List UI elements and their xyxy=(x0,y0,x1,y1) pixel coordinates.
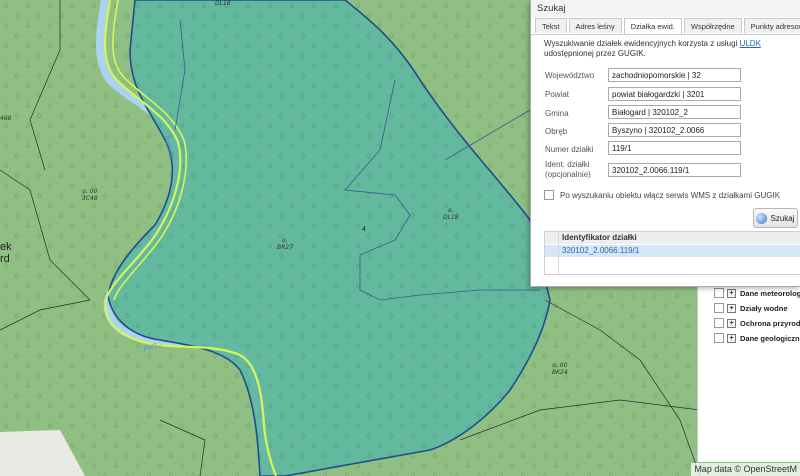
layers-panel: + Dane meteorologiczne + Działy wodne + … xyxy=(697,286,800,462)
wojewodztwo-select[interactable]: zachodniopomorskie | 32 xyxy=(608,68,741,82)
tab-tekst[interactable]: Tekst xyxy=(535,18,567,33)
search-dialog: Szukaj Tekst Adres leśny Działka ewid. W… xyxy=(530,0,800,287)
layer-label: Dane geologiczne xyxy=(740,333,800,343)
layer-item[interactable]: + Dane geologiczne xyxy=(714,331,800,345)
parcel-label-bk24: o. 00 BK24 xyxy=(552,362,568,376)
results-header: Identyfikator działki xyxy=(545,232,800,244)
parcel-label-line: BK24 xyxy=(552,369,568,376)
numer-label: Numer działki xyxy=(545,145,594,154)
layer-label: Ochrona przyrody xyxy=(740,318,800,328)
expand-icon[interactable]: + xyxy=(727,318,736,328)
parcel-label-line: o. 00 xyxy=(552,362,568,369)
expand-icon[interactable]: + xyxy=(727,288,736,298)
dialog-tabs: Tekst Adres leśny Działka ewid. Współrzę… xyxy=(535,18,800,34)
uldk-link[interactable]: ULDK xyxy=(740,39,761,48)
ident-label-line: Ident. działki xyxy=(545,160,590,169)
ident-input[interactable]: 320102_2.0066.119/1 xyxy=(608,163,741,177)
parcel-number: 4 xyxy=(362,226,366,233)
parcel-label-top: DL18 xyxy=(215,0,231,7)
ident-label: Ident. działki (opcjonalnie) xyxy=(545,160,591,180)
results-gutter xyxy=(545,232,559,274)
results-table: Identyfikator działki 320102_2.0066.119/… xyxy=(544,231,800,275)
results-header-label: Identyfikator działki xyxy=(562,233,637,242)
parcel-label-line: o. xyxy=(282,237,288,244)
parcel-label-line: o. 00 xyxy=(82,188,98,195)
wms-option-label: Po wyszukaniu obiektu włącz serwis WMS z… xyxy=(560,190,781,200)
intro-before: Wyszukiwanie działek ewidencyjnych korzy… xyxy=(544,39,740,48)
table-row[interactable]: 320102_2.0066.119/1 xyxy=(545,245,800,257)
parcel-label-line: o. xyxy=(448,207,454,214)
intro-after: udostępnionej przez GUGIK. xyxy=(544,49,646,58)
layer-checkbox[interactable] xyxy=(714,333,724,343)
map-text-left-2: rd xyxy=(0,253,10,265)
expand-icon[interactable]: + xyxy=(727,333,736,343)
map-attribution[interactable]: Map data © OpenStreetM xyxy=(691,463,800,476)
tab-dzialka-ewid[interactable]: Działka ewid. xyxy=(623,18,682,34)
powiat-label: Powiat xyxy=(545,90,570,99)
layer-checkbox[interactable] xyxy=(714,288,724,298)
ident-label-line: (opcjonalnie) xyxy=(545,170,591,179)
search-button[interactable]: Szukaj xyxy=(753,208,798,228)
layer-item[interactable]: + Dane meteorologiczne xyxy=(714,286,800,300)
parcel-label-br27: o. BR27 xyxy=(277,237,293,251)
tab-punkty-adresowe[interactable]: Punkty adresowe xyxy=(743,18,800,33)
parcel-label-dl18: o. DL18 xyxy=(443,207,459,221)
obreb-label: Obręb xyxy=(545,127,568,136)
obreb-select[interactable]: Byszyno | 320102_2.0066 xyxy=(608,123,741,137)
intro-text: Wyszukiwanie działek ewidencyjnych korzy… xyxy=(544,39,800,59)
parcel-label-3c48: o. 00 3C48 xyxy=(82,188,98,202)
layer-item[interactable]: + Ochrona przyrody xyxy=(714,316,800,330)
layer-item[interactable]: + Działy wodne xyxy=(714,301,788,315)
gmina-select[interactable]: Białogard | 320102_2 xyxy=(608,105,741,119)
gmina-label: Gmina xyxy=(545,109,569,118)
parcel-label-line: 3C48 xyxy=(82,195,98,202)
search-button-label: Szukaj xyxy=(770,213,795,223)
layer-label: Dane meteorologiczne xyxy=(740,288,800,298)
powiat-select[interactable]: powiat białogardzki | 3201 xyxy=(608,87,741,101)
wms-checkbox[interactable] xyxy=(544,190,554,200)
layer-checkbox[interactable] xyxy=(714,303,724,313)
wms-option[interactable]: Po wyszukaniu obiektu włącz serwis WMS z… xyxy=(544,190,780,200)
parcel-label-line: BR27 xyxy=(277,244,293,251)
globe-icon xyxy=(756,212,768,224)
layer-checkbox[interactable] xyxy=(714,318,724,328)
tab-adres-lesny[interactable]: Adres leśny xyxy=(568,18,622,33)
result-id[interactable]: 320102_2.0066.119/1 xyxy=(562,245,639,257)
expand-icon[interactable]: + xyxy=(727,303,736,313)
dialog-title[interactable]: Szukaj xyxy=(531,0,800,17)
tab-divider xyxy=(531,34,800,35)
parcel-label-468: 468 xyxy=(0,115,12,122)
layer-label: Działy wodne xyxy=(740,303,788,313)
wojewodztwo-label: Województwo xyxy=(545,71,595,80)
numer-input[interactable]: 119/1 xyxy=(608,141,741,155)
parcel-label-line: DL18 xyxy=(443,214,459,221)
tab-wspolrzedne[interactable]: Współrzędne xyxy=(683,18,742,33)
